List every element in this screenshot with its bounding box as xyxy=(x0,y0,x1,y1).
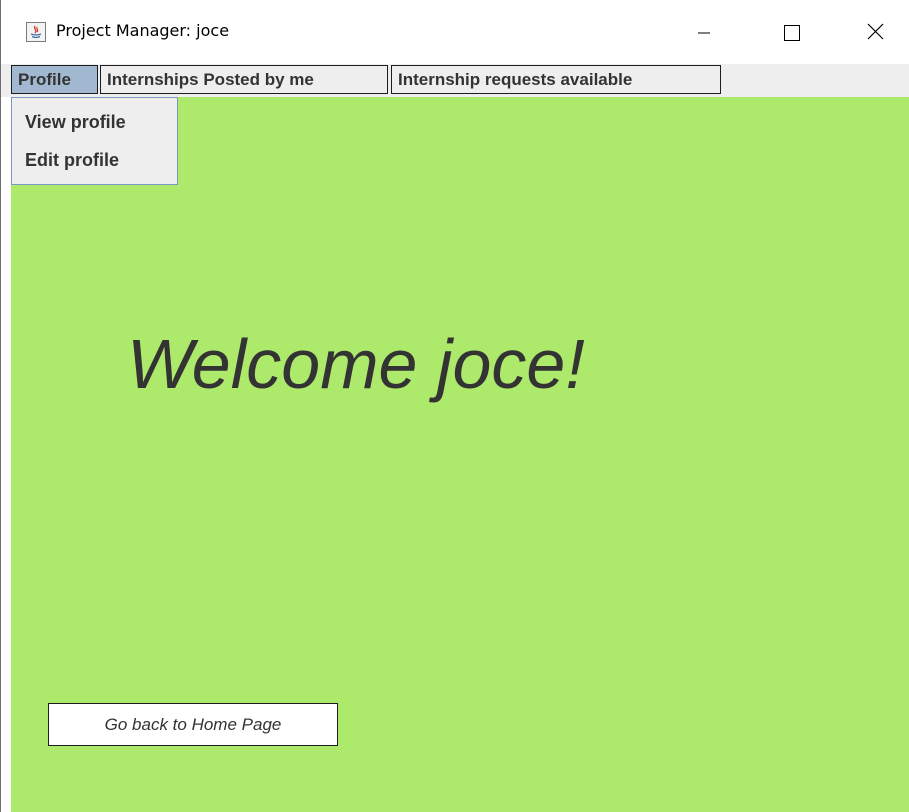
menu-internship-requests[interactable]: Internship requests available xyxy=(391,65,721,94)
java-app-icon[interactable] xyxy=(26,22,46,42)
app-window: Project Manager: joce Profile Internship… xyxy=(0,0,909,812)
title-bar[interactable]: Project Manager: joce xyxy=(1,0,909,64)
home-page-button[interactable]: Go back to Home Page xyxy=(48,703,338,746)
minimize-button[interactable] xyxy=(687,10,733,54)
menu-item-edit-profile[interactable]: Edit profile xyxy=(25,150,119,171)
maximize-icon xyxy=(784,25,800,41)
menu-item-view-profile[interactable]: View profile xyxy=(25,112,126,133)
welcome-heading: Welcome joce! xyxy=(127,325,585,403)
content-panel: Welcome joce! Go back to Home Page xyxy=(11,97,909,812)
minimize-icon xyxy=(698,32,710,34)
close-icon xyxy=(867,23,884,40)
menu-profile[interactable]: Profile xyxy=(11,65,98,94)
close-button[interactable] xyxy=(857,10,903,54)
maximize-button[interactable] xyxy=(773,10,819,54)
menu-internships-posted[interactable]: Internships Posted by me xyxy=(100,65,388,94)
window-title: Project Manager: joce xyxy=(56,21,230,40)
menu-bar: Profile Internships Posted by me Interns… xyxy=(1,64,909,97)
profile-dropdown: View profile Edit profile xyxy=(11,97,178,185)
